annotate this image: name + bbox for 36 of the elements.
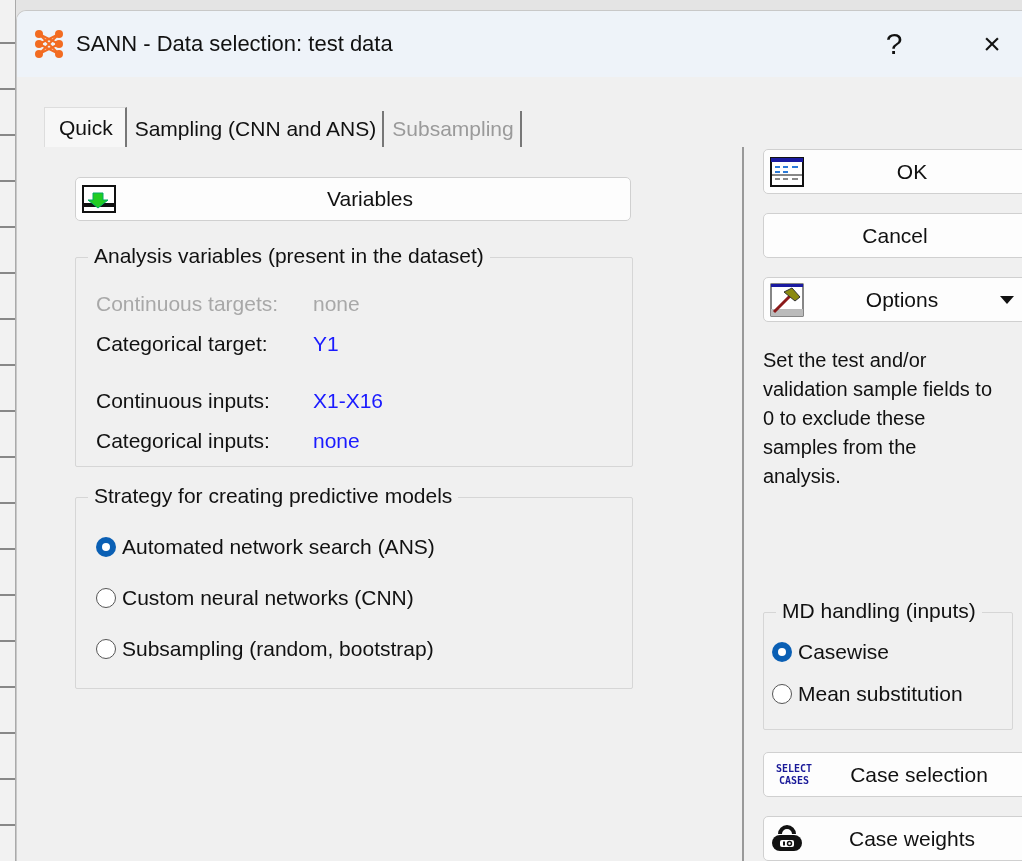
hammer-icon — [770, 282, 804, 317]
radio-label: Mean substitution — [798, 682, 963, 706]
field-label: Continuous inputs: — [96, 389, 271, 413]
radio-label: Casewise — [798, 640, 890, 664]
options-button[interactable]: Options — [763, 277, 1022, 322]
close-button[interactable]: × — [972, 27, 1012, 61]
table-icon — [770, 156, 804, 187]
variables-button[interactable]: Variables — [75, 177, 631, 221]
case-weights-button[interactable]: Case weights — [763, 816, 1022, 861]
field-label: Continuous targets: — [96, 292, 280, 316]
field-label: Categorical inputs: — [96, 429, 271, 453]
radio-button[interactable] — [96, 537, 116, 557]
download-tray-icon — [82, 185, 116, 213]
weight-icon — [770, 824, 804, 853]
radio-button[interactable] — [772, 642, 792, 662]
help-text: Set the test and/or validation sample fields to 0 to exclude these samples from the analysis. — [763, 348, 993, 489]
help-button[interactable]: ? — [874, 27, 914, 61]
case-selection-button[interactable]: SELECT CASES Case selection — [763, 752, 1022, 797]
field-label: Categorical target: — [96, 332, 269, 356]
field-value: none — [313, 429, 360, 453]
radio-button[interactable] — [96, 639, 116, 659]
select-cases-icon: SELECT CASES — [770, 762, 818, 787]
field-value: none — [313, 292, 360, 316]
caret-icon — [1000, 295, 1014, 304]
field-value: X1-X16 — [313, 389, 384, 413]
network-icon — [34, 29, 64, 59]
radio-button[interactable] — [772, 684, 792, 704]
tab[interactable]: Quick — [44, 107, 127, 147]
ok-button[interactable]: OK — [763, 149, 1022, 194]
radio-button[interactable] — [96, 588, 116, 608]
radio-label: Subsampling (random, bootstrap) — [122, 637, 434, 661]
field-value: Y1 — [313, 332, 339, 356]
radio-label: Automated network search (ANS) — [122, 535, 435, 559]
cancel-button[interactable]: Cancel — [763, 213, 1022, 258]
radio-label: Custom neural networks (CNN) — [122, 586, 414, 610]
window-title: SANN - Data selection: test data — [76, 31, 394, 57]
